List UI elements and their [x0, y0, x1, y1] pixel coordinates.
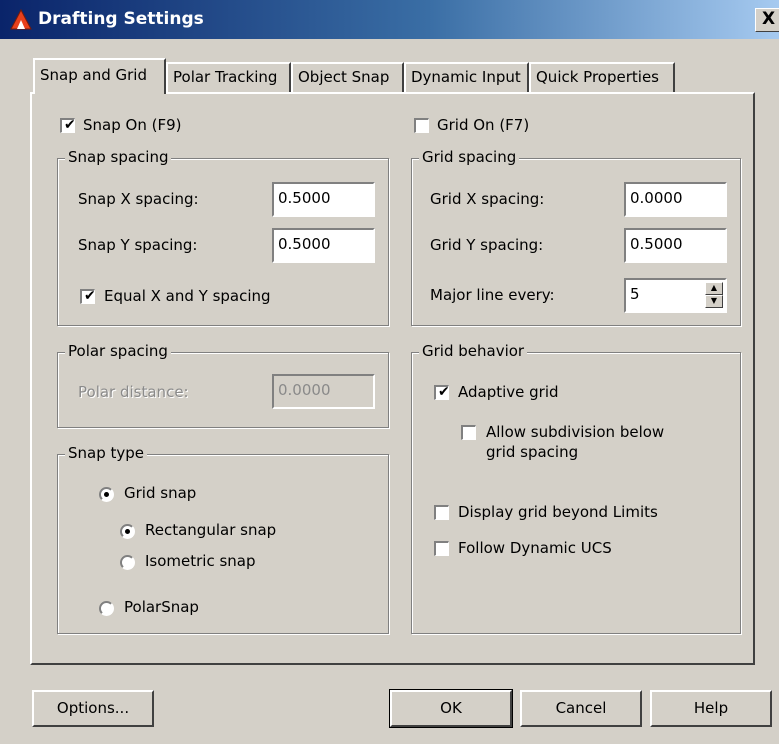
allow-subdivision-label-line1: Allow subdivision below	[486, 423, 665, 441]
snap-y-spacing-input[interactable]: 0.5000	[272, 228, 375, 263]
grid-x-label: Grid X spacing:	[430, 190, 545, 208]
autocad-app-icon	[10, 8, 32, 30]
close-button[interactable]: X	[755, 8, 779, 32]
equal-xy-checkbox[interactable]: ✔	[80, 288, 96, 304]
snap-type-title: Snap type	[65, 444, 148, 462]
grid-behavior-title: Grid behavior	[419, 342, 528, 360]
snap-spacing-title: Snap spacing	[65, 148, 172, 166]
tab-dynamic-input[interactable]: Dynamic Input	[404, 62, 529, 92]
polar-snap-radio[interactable]	[99, 601, 114, 616]
tab-quick-properties[interactable]: Quick Properties	[529, 62, 675, 92]
ok-button[interactable]: OK	[389, 689, 513, 728]
polar-distance-label: Polar distance:	[78, 383, 189, 401]
polar-snap-label: PolarSnap	[124, 598, 199, 616]
help-button[interactable]: Help	[650, 690, 772, 727]
snap-x-spacing-input[interactable]: 0.5000	[272, 182, 375, 217]
tab-polar-tracking[interactable]: Polar Tracking	[166, 62, 291, 92]
display-beyond-limits-checkbox[interactable]	[434, 505, 449, 520]
grid-spacing-title: Grid spacing	[419, 148, 520, 166]
grid-on-checkbox[interactable]	[414, 118, 429, 133]
snap-on-checkbox[interactable]: ✔	[60, 117, 76, 133]
options-button[interactable]: Options...	[32, 690, 154, 727]
radio-selected-dot	[104, 492, 109, 497]
major-line-value: 5	[630, 285, 640, 303]
polar-distance-input: 0.0000	[272, 374, 375, 409]
grid-x-spacing-input[interactable]: 0.0000	[624, 182, 727, 217]
grid-y-spacing-input[interactable]: 0.5000	[624, 228, 727, 263]
cancel-button[interactable]: Cancel	[520, 690, 642, 727]
major-line-label: Major line every:	[430, 286, 555, 304]
tab-snap-and-grid[interactable]: Snap and Grid	[33, 58, 166, 94]
grid-snap-label: Grid snap	[124, 484, 197, 502]
snap-x-label: Snap X spacing:	[78, 190, 199, 208]
major-line-every-stepper[interactable]: 5 ▲ ▼	[624, 278, 727, 313]
spin-up-button[interactable]: ▲	[705, 282, 723, 295]
adaptive-grid-checkbox[interactable]: ✔	[434, 384, 450, 400]
grid-y-label: Grid Y spacing:	[430, 236, 544, 254]
snap-y-label: Snap Y spacing:	[78, 236, 198, 254]
equal-xy-label: Equal X and Y spacing	[104, 287, 271, 305]
title-bar: Drafting Settings	[0, 0, 779, 39]
display-beyond-limits-label: Display grid beyond Limits	[458, 503, 658, 521]
check-icon: ✔	[64, 117, 76, 133]
check-icon: ✔	[438, 384, 450, 400]
spin-down-button[interactable]: ▼	[705, 295, 723, 308]
tab-object-snap[interactable]: Object Snap	[291, 62, 404, 92]
radio-selected-dot	[125, 529, 130, 534]
polar-spacing-title: Polar spacing	[65, 342, 171, 360]
check-icon: ✔	[84, 288, 96, 304]
grid-on-label: Grid On (F7)	[437, 116, 530, 134]
window-title: Drafting Settings	[38, 9, 204, 29]
rectangular-snap-radio[interactable]	[120, 524, 135, 539]
allow-subdivision-checkbox[interactable]	[461, 425, 476, 440]
adaptive-grid-label: Adaptive grid	[458, 383, 559, 401]
grid-snap-radio[interactable]	[99, 487, 114, 502]
follow-dynamic-ucs-checkbox[interactable]	[434, 541, 449, 556]
allow-subdivision-label-line2: grid spacing	[486, 443, 579, 461]
snap-on-label: Snap On (F9)	[83, 116, 182, 134]
isometric-snap-radio[interactable]	[120, 555, 135, 570]
rectangular-snap-label: Rectangular snap	[145, 521, 277, 539]
follow-dynamic-ucs-label: Follow Dynamic UCS	[458, 539, 612, 557]
isometric-snap-label: Isometric snap	[145, 552, 256, 570]
